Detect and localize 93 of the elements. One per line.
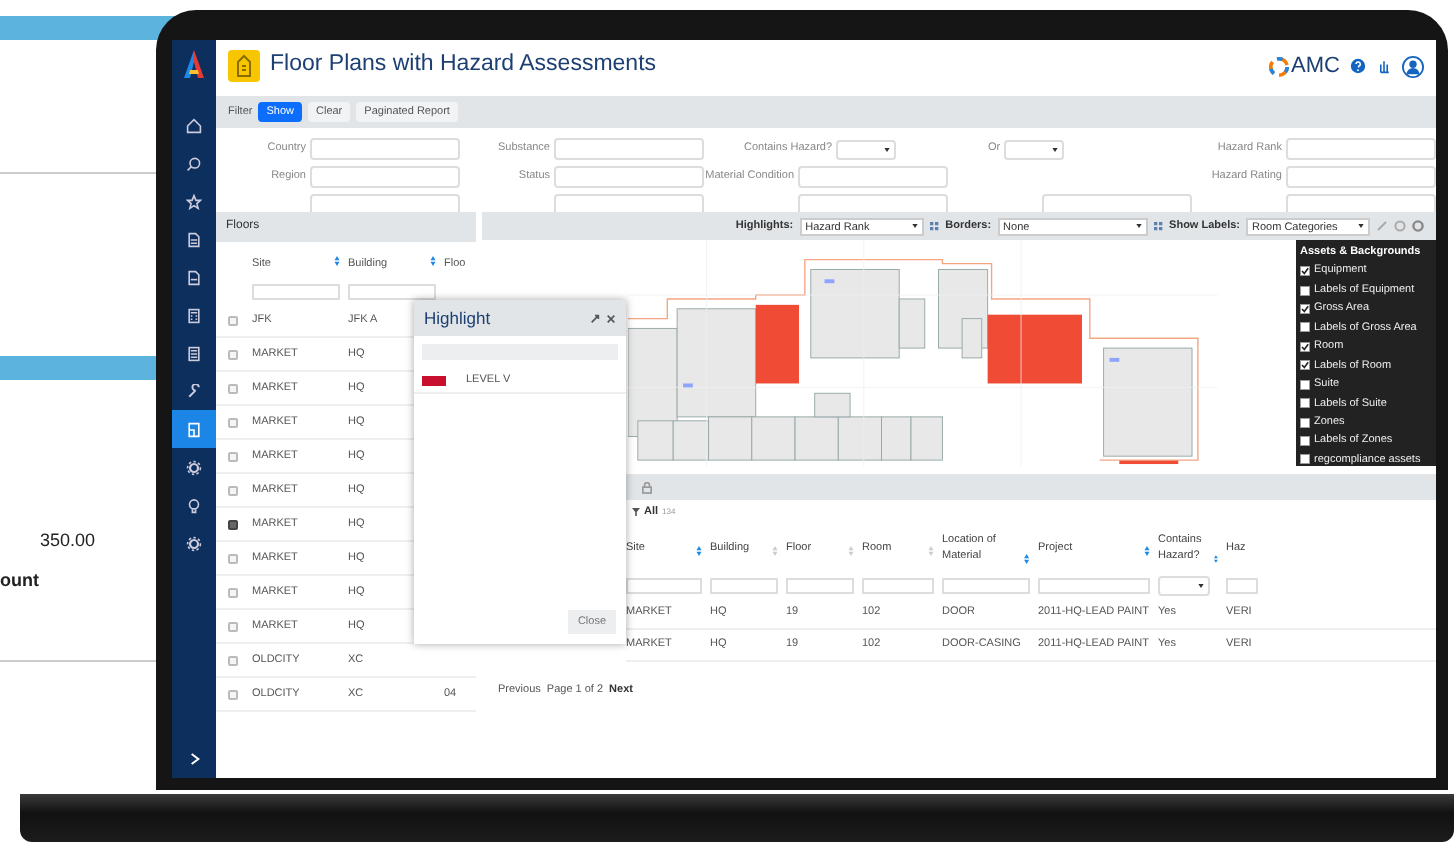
input-field[interactable] xyxy=(798,166,948,188)
row-checkbox[interactable] xyxy=(228,553,238,563)
chevron-right-icon[interactable] xyxy=(189,752,199,766)
input-field[interactable] xyxy=(554,138,704,160)
row-checkbox[interactable] xyxy=(228,689,238,699)
building-icon xyxy=(228,50,260,82)
column-filter-field[interactable] xyxy=(862,577,934,593)
caret-icon xyxy=(1358,224,1364,228)
sort-icon xyxy=(430,256,436,267)
row-checkbox[interactable] xyxy=(228,621,238,631)
document-icon xyxy=(186,269,202,285)
brand-logo-icon xyxy=(1267,55,1290,77)
expand-icon[interactable] xyxy=(590,313,600,323)
column-filter-field[interactable] xyxy=(786,577,854,593)
legend-checkbox[interactable] xyxy=(1300,417,1310,428)
grid-icon xyxy=(929,221,940,231)
input-field[interactable] xyxy=(310,166,460,188)
caret-icon xyxy=(1135,224,1142,228)
column-filter-field[interactable] xyxy=(942,577,1030,593)
wrench-icon xyxy=(186,383,202,399)
column-filter-field[interactable] xyxy=(348,284,436,300)
select-field[interactable] xyxy=(1004,139,1065,159)
legend-checkbox[interactable] xyxy=(1300,341,1310,352)
user-icon[interactable] xyxy=(1402,55,1424,77)
input-field[interactable] xyxy=(798,194,948,212)
gear-icon xyxy=(186,459,202,475)
app-logo-icon xyxy=(184,50,204,78)
row-checkbox[interactable] xyxy=(228,451,238,461)
search-icon xyxy=(186,155,202,171)
dialog-title: Highlight xyxy=(424,305,491,331)
sort-icon xyxy=(1024,554,1030,565)
input-field[interactable] xyxy=(1286,166,1436,188)
column-filter-field[interactable] xyxy=(1226,577,1258,593)
input-field[interactable] xyxy=(310,194,460,212)
input-field[interactable] xyxy=(554,194,704,212)
sort-icon xyxy=(696,546,702,557)
gear-icon xyxy=(186,535,202,551)
grid-icon xyxy=(1153,221,1164,231)
sort-icon xyxy=(848,546,854,557)
caret-icon xyxy=(884,147,891,151)
sort-icon xyxy=(928,546,934,557)
input-field[interactable] xyxy=(554,166,704,188)
legend-checkbox[interactable] xyxy=(1300,360,1310,371)
column-filter-field[interactable] xyxy=(1038,577,1150,593)
document-icon xyxy=(186,231,202,247)
row-checkbox[interactable] xyxy=(228,587,238,597)
legend-checkbox[interactable] xyxy=(1300,454,1310,465)
input-field[interactable] xyxy=(310,138,460,160)
filter-icon[interactable] xyxy=(632,508,640,516)
background-text: ount xyxy=(0,568,39,594)
caret-icon xyxy=(1052,147,1059,151)
legend-checkbox[interactable] xyxy=(1300,266,1310,277)
refresh-icon[interactable] xyxy=(1394,220,1406,232)
star-icon xyxy=(186,193,202,209)
legend-checkbox[interactable] xyxy=(1300,379,1310,390)
column-filter-field[interactable] xyxy=(710,577,778,593)
background-text: 350.00 xyxy=(40,528,96,554)
column-filter-field[interactable] xyxy=(626,577,702,593)
sort-icon xyxy=(772,546,778,557)
home-icon xyxy=(186,117,202,133)
sort-icon xyxy=(1144,546,1150,557)
row-checkbox[interactable] xyxy=(228,655,238,665)
input-field[interactable] xyxy=(1042,194,1192,212)
close-icon[interactable] xyxy=(606,313,616,323)
calculator-icon xyxy=(186,307,202,323)
help-icon[interactable] xyxy=(1350,58,1366,74)
lightbulb-icon xyxy=(186,497,202,513)
column-filter-field[interactable] xyxy=(252,284,340,300)
select-field[interactable] xyxy=(1158,575,1210,595)
legend-checkbox[interactable] xyxy=(1300,436,1310,446)
row-checkbox[interactable] xyxy=(228,417,238,427)
caret-icon xyxy=(1198,583,1204,587)
row-checkbox[interactable] xyxy=(228,485,238,495)
page-title: Floor Plans with Hazard Assessments xyxy=(270,50,657,81)
input-field[interactable] xyxy=(1286,138,1436,160)
sort-icon xyxy=(334,256,340,267)
brand-name: AMC xyxy=(1291,51,1340,82)
list-icon xyxy=(186,345,202,361)
row-checkbox[interactable] xyxy=(228,519,238,529)
legend-checkbox[interactable] xyxy=(1300,398,1310,409)
input-field[interactable] xyxy=(1286,194,1436,212)
legend-checkbox[interactable] xyxy=(1300,303,1310,314)
row-checkbox[interactable] xyxy=(228,383,238,393)
legend-checkbox[interactable] xyxy=(1300,285,1310,295)
select-field[interactable] xyxy=(836,139,897,159)
lock-icon[interactable] xyxy=(642,481,652,493)
legend-checkbox[interactable] xyxy=(1300,322,1310,333)
caret-icon xyxy=(911,224,918,228)
sidebar-item[interactable] xyxy=(172,410,216,448)
settings-icon[interactable] xyxy=(1412,220,1424,232)
floor-plan-icon xyxy=(186,421,202,437)
row-checkbox[interactable] xyxy=(228,315,238,325)
row-checkbox[interactable] xyxy=(228,349,238,359)
